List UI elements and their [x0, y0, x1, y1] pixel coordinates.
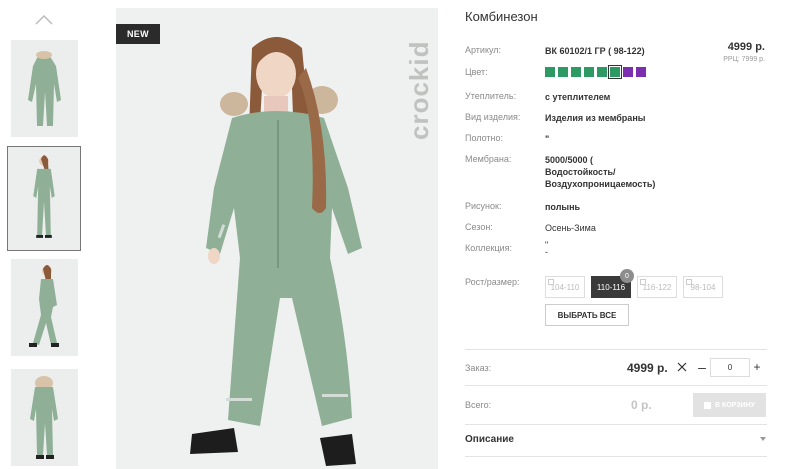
chevron-down-icon[interactable]	[760, 437, 766, 441]
attr-label: Рисунок:	[465, 201, 502, 211]
order-label: Заказ:	[465, 363, 492, 373]
attr-label: Рост/размер:	[465, 277, 520, 287]
size-label: 98-104	[690, 282, 716, 292]
total-label: Всего:	[465, 400, 492, 410]
select-all-button[interactable]: ВЫБРАТЬ ВСЕ	[545, 304, 629, 326]
attr-value: с утеплителем	[545, 92, 611, 102]
divider	[465, 456, 767, 457]
color-swatch[interactable]	[597, 67, 607, 77]
attr-label: Сезон:	[465, 222, 493, 232]
size-options: 104-110 110-116 0 116-122 98-104	[545, 269, 723, 298]
attr-value-line: Воздухопроницаемость)	[545, 179, 656, 189]
add-to-cart-button[interactable]: В КОРЗИНУ	[693, 393, 766, 417]
divider	[465, 349, 767, 350]
chevron-up-icon[interactable]	[34, 14, 54, 26]
attr-value-line: 5000/5000 (	[545, 155, 594, 165]
attr-value-line: -	[545, 247, 548, 257]
color-swatch-selected[interactable]	[608, 65, 622, 79]
attr-label: Артикул:	[465, 45, 502, 55]
rrp-price: РРЦ: 7999 р.	[723, 56, 765, 63]
thumbnail-2[interactable]	[7, 146, 81, 251]
thumbnail-4[interactable]	[11, 369, 78, 466]
total-value: 0 р.	[631, 398, 652, 412]
size-option[interactable]: 116-122	[637, 276, 677, 298]
attr-label: Утеплитель:	[465, 91, 517, 101]
size-option-selected[interactable]: 110-116 0	[591, 269, 634, 298]
color-swatches	[545, 65, 646, 79]
product-photo	[116, 8, 438, 469]
unavailable-icon	[548, 279, 554, 285]
product-details: Комбинезон 4999 р. РРЦ: 7999 р. Артикул:…	[465, 0, 767, 469]
divider	[465, 424, 767, 425]
new-badge: NEW	[116, 24, 160, 44]
color-swatch[interactable]	[623, 67, 633, 77]
quantity-minus-button[interactable]: –	[696, 358, 708, 376]
color-swatch[interactable]	[571, 67, 581, 77]
color-swatch[interactable]	[584, 67, 594, 77]
divider	[465, 385, 767, 386]
main-product-image[interactable]: NEW crockid	[116, 8, 438, 469]
attr-value: Изделия из мембраны	[545, 113, 646, 123]
add-to-cart-label: В КОРЗИНУ	[714, 401, 756, 409]
brand-logo-text: crockid	[404, 40, 434, 141]
size-label: 116-122	[642, 282, 672, 292]
attr-label: Цвет:	[465, 67, 488, 77]
order-price: 4999 р.	[627, 361, 668, 375]
color-swatch[interactable]	[558, 67, 568, 77]
attr-value-line: Водостойкость/	[545, 167, 616, 177]
thumbnail-image	[11, 369, 78, 466]
product-price: 4999 р.	[727, 41, 765, 53]
size-option[interactable]: 104-110	[545, 276, 585, 298]
bag-icon	[703, 401, 711, 409]
thumbnail-strip	[0, 0, 90, 469]
brand-logo: crockid	[400, 20, 434, 141]
attr-label: Вид изделия:	[465, 112, 521, 122]
size-count-badge: 0	[620, 269, 634, 283]
quantity-plus-button[interactable]: +	[751, 358, 763, 376]
attr-label: Коллекция:	[465, 243, 513, 253]
attr-label: Мембрана:	[465, 154, 512, 164]
close-icon[interactable]	[677, 362, 687, 372]
thumbnail-image	[8, 147, 80, 250]
thumbnail-image	[11, 259, 78, 356]
product-title: Комбинезон	[465, 9, 538, 24]
thumbnail-3[interactable]	[11, 259, 78, 356]
attr-value: ВК 60102/1 ГР ( 98-122)	[545, 46, 645, 56]
size-option[interactable]: 98-104	[683, 276, 723, 298]
color-swatch[interactable]	[636, 67, 646, 77]
attr-label: Полотно:	[465, 133, 504, 143]
thumbnail-image	[11, 40, 78, 137]
attr-value: Осень-Зима	[545, 223, 596, 233]
color-swatch[interactable]	[545, 67, 555, 77]
attr-value: "	[545, 134, 550, 144]
quantity-input[interactable]	[710, 358, 750, 377]
size-label: 104-110	[550, 282, 580, 292]
unavailable-icon	[640, 279, 646, 285]
unavailable-icon	[686, 279, 692, 285]
attr-value: полынь	[545, 202, 581, 212]
size-label: 110-116	[596, 282, 626, 292]
description-toggle[interactable]: Описание	[465, 434, 514, 445]
thumbnail-1[interactable]	[11, 40, 78, 137]
